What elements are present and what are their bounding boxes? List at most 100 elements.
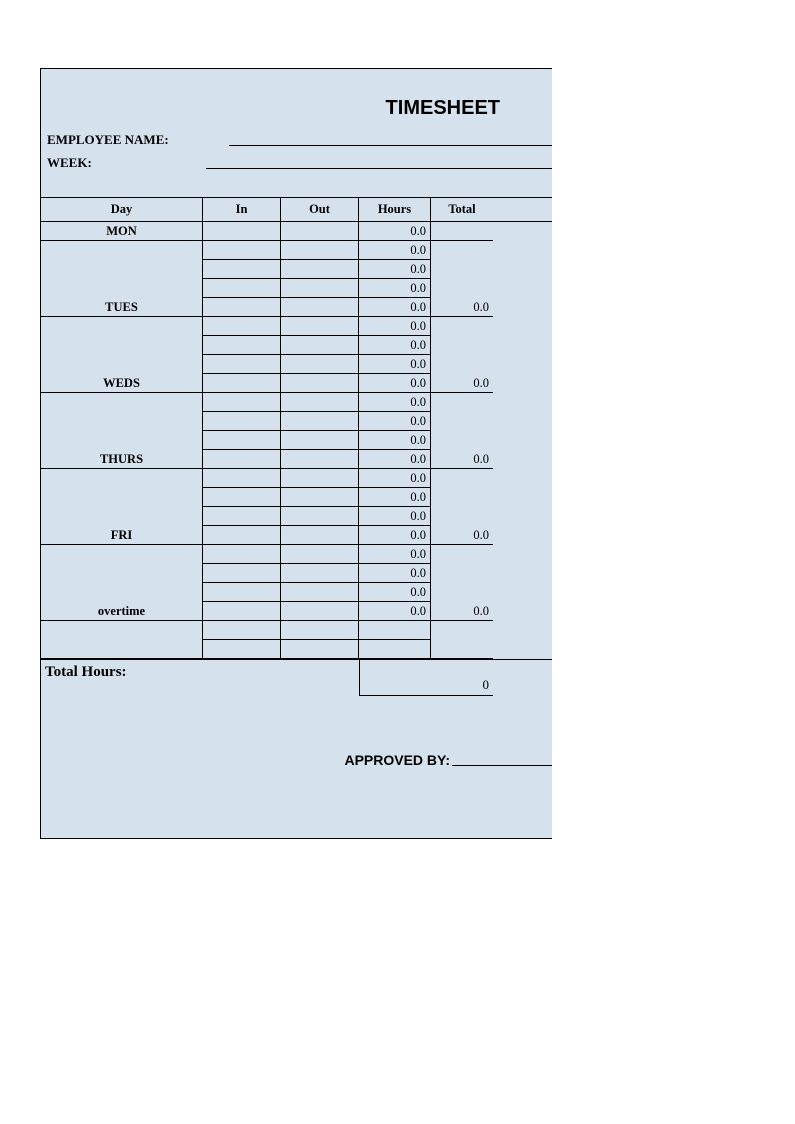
cell-hours: 0.0 — [359, 526, 431, 545]
cell-in — [203, 260, 281, 279]
cell-in — [203, 431, 281, 450]
table-row: 0.0 — [41, 393, 552, 412]
total-hours-value: 0 — [359, 660, 493, 696]
cell-hours: 0.0 — [359, 507, 431, 526]
cell-out — [281, 564, 359, 583]
cell-hours: 0.0 — [359, 317, 431, 336]
cell-day — [41, 279, 203, 298]
cell-out — [281, 621, 359, 640]
total-hours-row: Total Hours: 0 — [41, 660, 552, 696]
cell-in — [203, 298, 281, 317]
cell-total — [431, 336, 493, 355]
table-row: 0.0 — [41, 431, 552, 450]
table-row: 0.0 — [41, 469, 552, 488]
document-title: TIMESHEET — [41, 69, 552, 120]
cell-day: FRI — [41, 526, 203, 545]
cell-out — [281, 488, 359, 507]
col-total: Total — [431, 198, 493, 221]
cell-day: MON — [41, 222, 203, 241]
cell-out — [281, 374, 359, 393]
table-row: 0.0 — [41, 260, 552, 279]
cell-total — [431, 317, 493, 336]
col-hours: Hours — [359, 198, 431, 221]
cell-total — [431, 545, 493, 564]
cell-in — [203, 393, 281, 412]
cell-hours: 0.0 — [359, 488, 431, 507]
header-section: EMPLOYEE NAME: WEEK: — [41, 128, 552, 171]
col-day: Day — [41, 198, 203, 221]
cell-in — [203, 621, 281, 640]
col-out: Out — [281, 198, 359, 221]
cell-out — [281, 241, 359, 260]
cell-day — [41, 545, 203, 564]
cell-total — [431, 640, 493, 659]
cell-hours: 0.0 — [359, 279, 431, 298]
cell-total — [431, 260, 493, 279]
cell-in — [203, 640, 281, 659]
cell-total — [431, 393, 493, 412]
cell-out — [281, 507, 359, 526]
cell-hours — [359, 621, 431, 640]
cell-hours: 0.0 — [359, 298, 431, 317]
week-line — [206, 168, 552, 169]
table-row — [41, 640, 552, 659]
cell-hours: 0.0 — [359, 336, 431, 355]
cell-in — [203, 507, 281, 526]
cell-day — [41, 355, 203, 374]
cell-in — [203, 336, 281, 355]
cell-out — [281, 222, 359, 241]
cell-day — [41, 507, 203, 526]
approved-by-line — [452, 765, 552, 766]
cell-day: THURS — [41, 450, 203, 469]
cell-hours: 0.0 — [359, 241, 431, 260]
table-row: THURS0.00.0 — [41, 450, 552, 469]
cell-total — [431, 241, 493, 260]
table-row: 0.0 — [41, 336, 552, 355]
cell-total — [431, 222, 493, 241]
table-row: 0.0 — [41, 317, 552, 336]
timesheet-grid: Day In Out Hours Total MON0.00.00.00.0TU… — [41, 197, 552, 660]
cell-day: TUES — [41, 298, 203, 317]
cell-out — [281, 602, 359, 621]
week-row: WEEK: — [47, 151, 552, 171]
cell-in — [203, 602, 281, 621]
cell-hours — [359, 640, 431, 659]
table-row: 0.0 — [41, 583, 552, 602]
cell-in — [203, 279, 281, 298]
cell-hours: 0.0 — [359, 564, 431, 583]
cell-day — [41, 431, 203, 450]
cell-day — [41, 621, 203, 640]
cell-hours: 0.0 — [359, 602, 431, 621]
cell-hours: 0.0 — [359, 355, 431, 374]
cell-in — [203, 545, 281, 564]
table-row — [41, 621, 552, 640]
col-in: In — [203, 198, 281, 221]
employee-name-row: EMPLOYEE NAME: — [47, 128, 552, 148]
cell-day — [41, 393, 203, 412]
cell-day — [41, 564, 203, 583]
cell-in — [203, 488, 281, 507]
cell-total: 0.0 — [431, 602, 493, 621]
cell-out — [281, 583, 359, 602]
cell-out — [281, 336, 359, 355]
cell-in — [203, 564, 281, 583]
cell-hours: 0.0 — [359, 450, 431, 469]
cell-hours: 0.0 — [359, 431, 431, 450]
table-row: 0.0 — [41, 241, 552, 260]
cell-out — [281, 317, 359, 336]
cell-total — [431, 621, 493, 640]
cell-day — [41, 583, 203, 602]
cell-out — [281, 355, 359, 374]
cell-hours: 0.0 — [359, 393, 431, 412]
cell-total — [431, 355, 493, 374]
approved-by-row: APPROVED BY: — [41, 752, 552, 768]
approved-by-label: APPROVED BY: — [344, 752, 450, 768]
cell-in — [203, 526, 281, 545]
table-row: TUES 0.00.0 — [41, 298, 552, 317]
cell-out — [281, 469, 359, 488]
cell-total — [431, 412, 493, 431]
cell-hours: 0.0 — [359, 469, 431, 488]
cell-out — [281, 298, 359, 317]
cell-total: 0.0 — [431, 298, 493, 317]
table-row: 0.0 — [41, 279, 552, 298]
